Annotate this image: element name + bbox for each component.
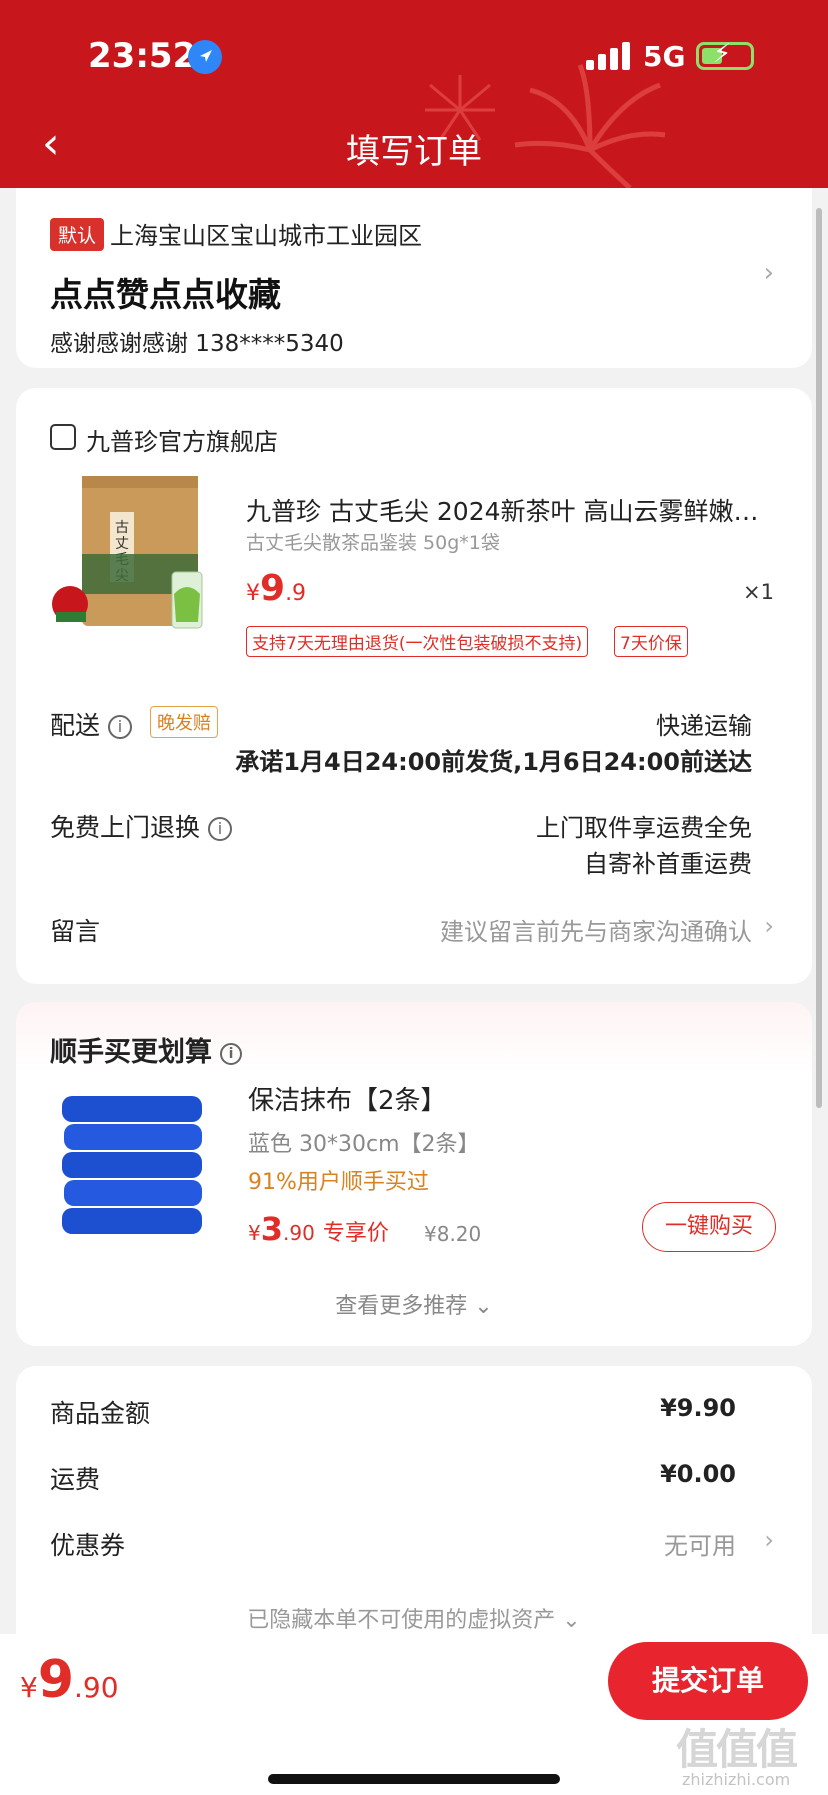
return-service-label: 免费上门退换 i	[50, 808, 233, 844]
svg-text:古: 古	[115, 520, 129, 536]
recommend-product-name[interactable]: 保洁抹布【2条】	[248, 1080, 447, 1117]
svg-text:丈: 丈	[115, 536, 129, 552]
delivery-promise: 承诺1月4日24:00前发货,1月6日24:00前送达	[235, 748, 752, 776]
address-card[interactable]: 默认 上海宝山区宝山城市工业园区 点点赞点点收藏 感谢感谢感谢 138****5…	[16, 188, 812, 368]
recommend-product-image[interactable]	[52, 1082, 212, 1242]
total-decimal: .90	[74, 1671, 119, 1704]
message-label: 留言	[50, 917, 101, 946]
delivery-label: 配送 i	[50, 706, 133, 742]
recommend-title: 顺手买更划算 i	[50, 1030, 242, 1069]
page-title: 填写订单	[346, 132, 482, 172]
return-policy-tag: 支持7天无理由退货(一次性包装破损不支持)	[246, 626, 589, 657]
recommend-price: ¥3.90 专享价	[248, 1210, 389, 1248]
coupon-value[interactable]: 无可用	[664, 1526, 736, 1561]
scrollbar[interactable]	[816, 208, 822, 1108]
more-recommendations-link[interactable]: 查看更多推荐 ⌄	[16, 1288, 812, 1320]
address-contact: 感谢感谢感谢 138****5340	[50, 331, 344, 357]
one-click-buy-button[interactable]: 一键购买	[642, 1202, 776, 1252]
watermark-url: zhizhizhi.com	[682, 1770, 791, 1789]
product-image[interactable]: 古 丈 毛 尖	[48, 472, 220, 644]
chevron-right-icon[interactable]: ›	[764, 258, 774, 288]
status-time: 23:52	[88, 36, 197, 76]
exclusive-price-label: 专享价	[322, 1221, 389, 1246]
delivery-method: 快递运输	[656, 712, 752, 740]
location-arrow-icon	[188, 40, 222, 74]
price-currency: ¥	[246, 581, 260, 606]
recommend-product-stat: 91%用户顺手买过	[248, 1170, 429, 1195]
price-decimal: .9	[285, 581, 307, 606]
return-service-label-text: 免费上门退换	[50, 813, 201, 842]
total-integer: 9	[37, 1650, 75, 1710]
price-currency: ¥	[248, 1221, 261, 1245]
battery-charging-icon: ⚡	[696, 39, 754, 70]
summary-card: 商品金额 ¥9.90 运费 ¥0.00 优惠券 无可用 › 已隐藏本单不可使用的…	[16, 1366, 812, 1666]
address-region: 上海宝山区宝山城市工业园区	[110, 222, 422, 250]
goods-amount-value: ¥9.90	[660, 1394, 736, 1422]
shipping-label: 运费	[50, 1465, 101, 1494]
product-spec: 古丈毛尖散茶品鉴装 50g*1袋	[246, 532, 500, 554]
goods-amount-label: 商品金额	[50, 1399, 151, 1428]
network-type: 5G	[643, 40, 686, 73]
product-price: ¥9.9	[246, 568, 306, 609]
coupon-label: 优惠券	[50, 1531, 126, 1560]
recommend-title-text: 顺手买更划算	[50, 1037, 212, 1068]
price-integer: 3	[260, 1210, 283, 1248]
submit-order-button[interactable]: 提交订单	[608, 1642, 808, 1720]
price-protect-tag: 7天价保	[614, 626, 688, 657]
cellular-signal-icon	[586, 42, 632, 70]
home-indicator[interactable]	[268, 1774, 560, 1784]
return-service-line2: 自寄补首重运费	[584, 850, 752, 878]
store-icon	[50, 424, 76, 450]
info-icon[interactable]: i	[208, 817, 233, 841]
shipping-value: ¥0.00	[660, 1460, 736, 1488]
shop-name[interactable]: 九普珍官方旗舰店	[86, 422, 278, 457]
total-price: ¥9.90	[20, 1650, 119, 1710]
price-decimal: .90	[283, 1221, 315, 1245]
default-badge: 默认	[50, 218, 105, 251]
delivery-label-text: 配送	[50, 711, 101, 740]
watermark-logo: 值值值	[676, 1725, 798, 1774]
recommend-card: 顺手买更划算 i 保洁抹布【2条】 蓝色 30*30cm【2条】 91%用户顺手买…	[16, 1002, 812, 1346]
info-icon[interactable]: i	[220, 1042, 242, 1065]
total-currency: ¥	[20, 1671, 38, 1704]
address-detail: 点点赞点点收藏	[50, 275, 281, 314]
chevron-right-icon[interactable]: ›	[764, 912, 774, 940]
price-integer: 9	[260, 568, 286, 609]
bottom-bar: ¥9.90 提交订单 值值值 zhizhizhi.com	[0, 1634, 828, 1795]
hidden-assets-toggle[interactable]: 已隐藏本单不可使用的虚拟资产 ⌄	[16, 1602, 812, 1634]
message-input[interactable]: 建议留言前先与商家沟通确认	[440, 912, 752, 947]
late-compensation-tag: 晚发赔	[150, 706, 218, 738]
product-quantity: ×1	[743, 580, 774, 604]
recommend-product-spec: 蓝色 30*30cm【2条】	[248, 1132, 480, 1157]
header-bar: 23:52 5G ⚡ ‹ 填写订单	[0, 0, 828, 188]
shop-card: 九普珍官方旗舰店 古 丈 毛 尖 九普珍 古丈毛尖 2024新茶叶 高山云雾鲜嫩…	[16, 388, 812, 984]
original-price: ¥8.20	[424, 1222, 482, 1246]
return-service-line1: 上门取件享运费全免	[536, 814, 752, 842]
chevron-right-icon[interactable]: ›	[764, 1526, 774, 1554]
status-bar: 23:52 5G ⚡	[0, 0, 828, 110]
product-title[interactable]: 九普珍 古丈毛尖 2024新茶叶 高山云雾鲜嫩…	[246, 492, 782, 528]
info-icon[interactable]: i	[108, 715, 133, 739]
